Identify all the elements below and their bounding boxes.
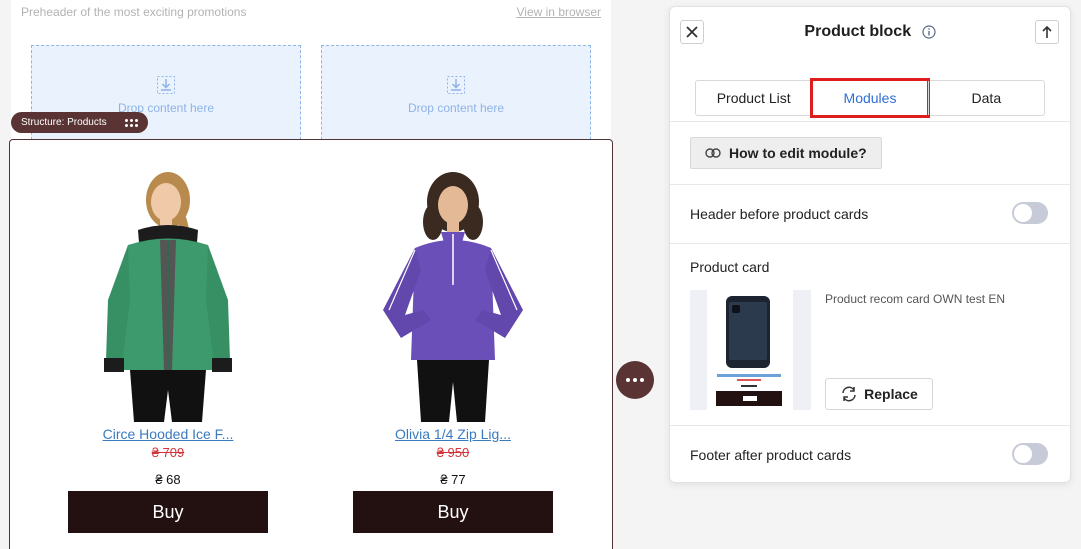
product-name-link[interactable]: Olivia 1/4 Zip Lig...	[353, 426, 553, 442]
panel-title-text: Product block	[804, 23, 912, 40]
structure-tag-label: Structure: Products	[21, 117, 107, 128]
panel-header: Product block	[670, 7, 1070, 59]
drag-handle-icon[interactable]	[124, 118, 138, 127]
tab-modules[interactable]: Modules	[810, 78, 930, 118]
divider	[670, 184, 1070, 185]
refresh-icon	[842, 386, 856, 402]
product-image	[104, 172, 232, 422]
product-card-thumbnail[interactable]	[690, 290, 811, 410]
replace-button[interactable]: Replace	[825, 378, 933, 410]
tab-product-list[interactable]: Product List	[696, 81, 811, 115]
view-in-browser-link[interactable]: View in browser	[517, 5, 601, 19]
tab-data[interactable]: Data	[927, 81, 1044, 115]
header-toggle[interactable]	[1012, 202, 1048, 224]
old-price: ₴ 709	[151, 445, 185, 460]
buy-button[interactable]: Buy	[353, 491, 553, 533]
more-dots-icon	[626, 378, 630, 382]
panel-title: Product block	[670, 23, 1070, 41]
link-icon	[705, 148, 721, 158]
arrow-up-icon	[1042, 25, 1052, 38]
drop-download-icon	[157, 76, 175, 94]
drop-zone[interactable]: Drop content here	[321, 45, 591, 145]
product-card-label: Product card	[690, 259, 770, 275]
drop-download-icon	[447, 76, 465, 94]
structure-tag[interactable]: Structure: Products	[11, 112, 148, 133]
pin-button[interactable]	[1035, 20, 1059, 44]
replace-label: Replace	[864, 386, 918, 402]
new-price: ₴ 68	[155, 472, 181, 487]
more-options-button[interactable]	[616, 361, 654, 399]
product-block[interactable]: Circe Hooded Ice F... ₴ 709 ₴ 68 Buy Oli…	[9, 139, 613, 549]
product-card: Olivia 1/4 Zip Lig... ₴ 950 ₴ 77 Buy	[353, 160, 553, 533]
product-block-panel: Product block Product List Modules Data …	[669, 6, 1071, 483]
info-icon[interactable]	[921, 25, 936, 39]
divider	[670, 121, 1070, 122]
footer-toggle-label: Footer after product cards	[690, 447, 852, 463]
drop-zone-label: Drop content here	[407, 101, 505, 115]
new-price: ₴ 77	[440, 472, 466, 487]
how-to-edit-label: How to edit module?	[729, 145, 867, 161]
panel-tabs: Product List Modules Data	[695, 78, 1045, 118]
product-card-name: Product recom card OWN test EN	[825, 292, 1006, 306]
divider	[670, 425, 1070, 426]
old-price: ₴ 950	[436, 445, 470, 460]
product-name-link[interactable]: Circe Hooded Ice F...	[68, 426, 268, 442]
header-toggle-label: Header before product cards	[690, 206, 869, 222]
footer-toggle[interactable]	[1012, 443, 1048, 465]
product-image	[383, 172, 523, 422]
divider	[670, 243, 1070, 244]
buy-button[interactable]: Buy	[68, 491, 268, 533]
preheader-text: Preheader of the most exciting promotion…	[21, 5, 247, 19]
phone-preview-image	[716, 296, 782, 406]
how-to-edit-button[interactable]: How to edit module?	[690, 137, 882, 169]
product-card: Circe Hooded Ice F... ₴ 709 ₴ 68 Buy	[68, 160, 268, 533]
